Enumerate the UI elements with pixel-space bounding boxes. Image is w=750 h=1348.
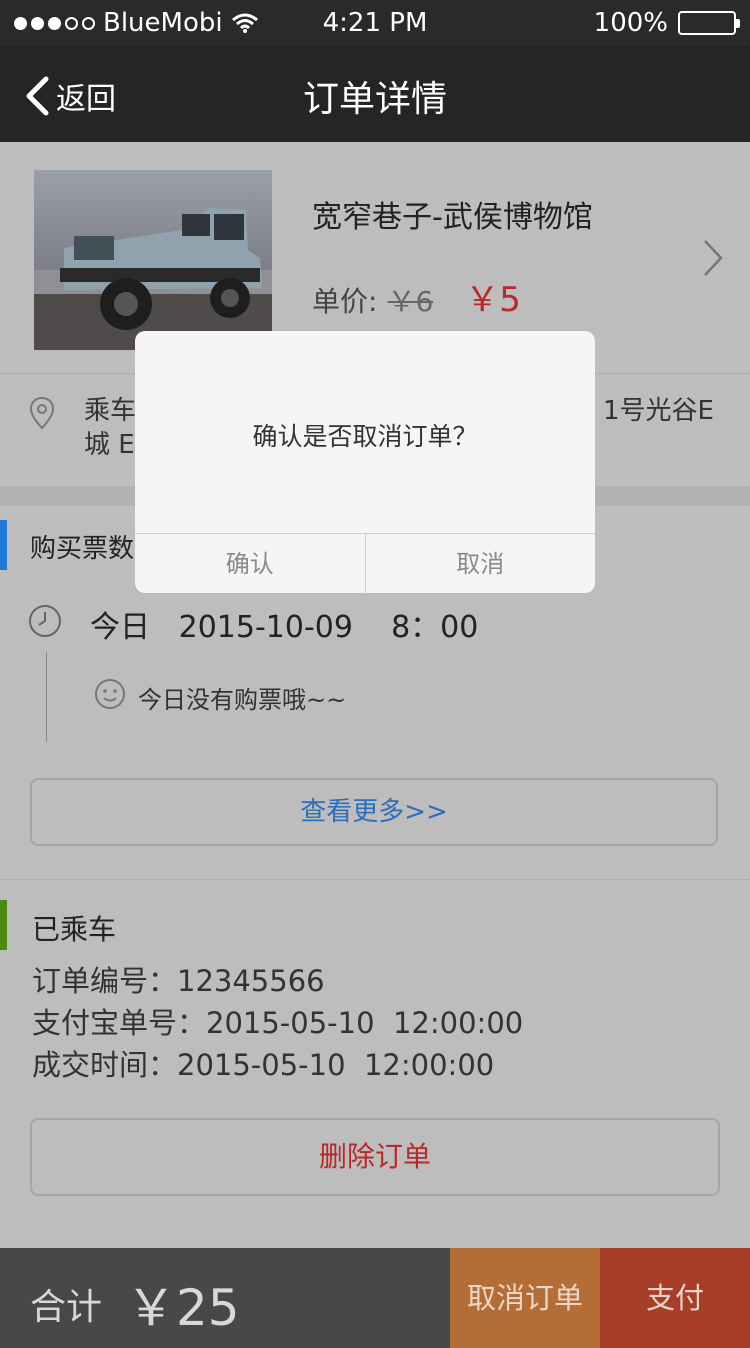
- original-price: ￥6: [387, 285, 434, 318]
- product-image: [34, 170, 272, 350]
- total-label: 合计: [30, 1287, 103, 1328]
- confirm-dialog: 确认是否取消订单？ 确认 取消: [135, 331, 595, 593]
- dialog-confirm-button[interactable]: 确认: [135, 534, 365, 593]
- no-tickets-text: 今日没有购票哦~~: [138, 686, 347, 714]
- clock-icon: [29, 605, 61, 637]
- address-line1-start: 乘车: [84, 396, 137, 426]
- current-price: ￥5: [465, 280, 521, 320]
- battery-icon: [678, 11, 740, 35]
- product-title: 宽窄巷子-武侯博物馆: [312, 200, 593, 235]
- dialog-cancel-button[interactable]: 取消: [364, 534, 596, 593]
- price-row: 单价: ￥6 ￥5: [312, 272, 521, 321]
- delete-order-button[interactable]: 删除订单: [30, 1118, 720, 1196]
- battery-percent: 100%: [593, 8, 668, 38]
- order-status: 已乘车: [32, 913, 117, 946]
- nav-bar: 返回 订单详情: [0, 46, 750, 142]
- alipay-number: 支付宝单号：2015-05-10 12:00:00: [32, 1006, 524, 1040]
- pay-button[interactable]: 支付: [600, 1248, 750, 1348]
- page-title: 订单详情: [302, 79, 447, 120]
- price-label: 单价:: [312, 285, 378, 318]
- tickets-accent-bar: [0, 520, 7, 570]
- timeline-line: [46, 652, 47, 742]
- smiley-icon: [95, 679, 125, 709]
- bottom-bar: 合计 ￥25 取消订单 支付: [0, 1248, 750, 1348]
- total-value: ￥25: [126, 1279, 240, 1337]
- status-bar-right: 100%: [593, 8, 740, 38]
- status-bar: BlueMobi 4:21 PM 100%: [0, 0, 750, 46]
- tickets-heading: 购买票数: [30, 534, 135, 564]
- dialog-buttons: 确认 取消: [135, 533, 595, 593]
- dialog-message: 确认是否取消订单？: [252, 422, 478, 451]
- ticket-date-line: 今日 2015-10-09 8：00: [90, 610, 479, 645]
- order-number: 订单编号：12345566: [32, 964, 325, 998]
- chevron-right-icon: [704, 240, 723, 276]
- address-line1-end: 1号光谷E: [603, 396, 714, 426]
- location-pin-icon: [29, 396, 55, 430]
- deal-time: 成交时间：2015-05-10 12:00:00: [32, 1048, 495, 1082]
- cancel-order-button[interactable]: 取消订单: [450, 1248, 600, 1348]
- view-more-button[interactable]: 查看更多>>: [30, 778, 718, 846]
- order-section: 已乘车 订单编号：12345566 支付宝单号：2015-05-10 12:00…: [0, 880, 750, 1248]
- order-accent-bar: [0, 900, 7, 950]
